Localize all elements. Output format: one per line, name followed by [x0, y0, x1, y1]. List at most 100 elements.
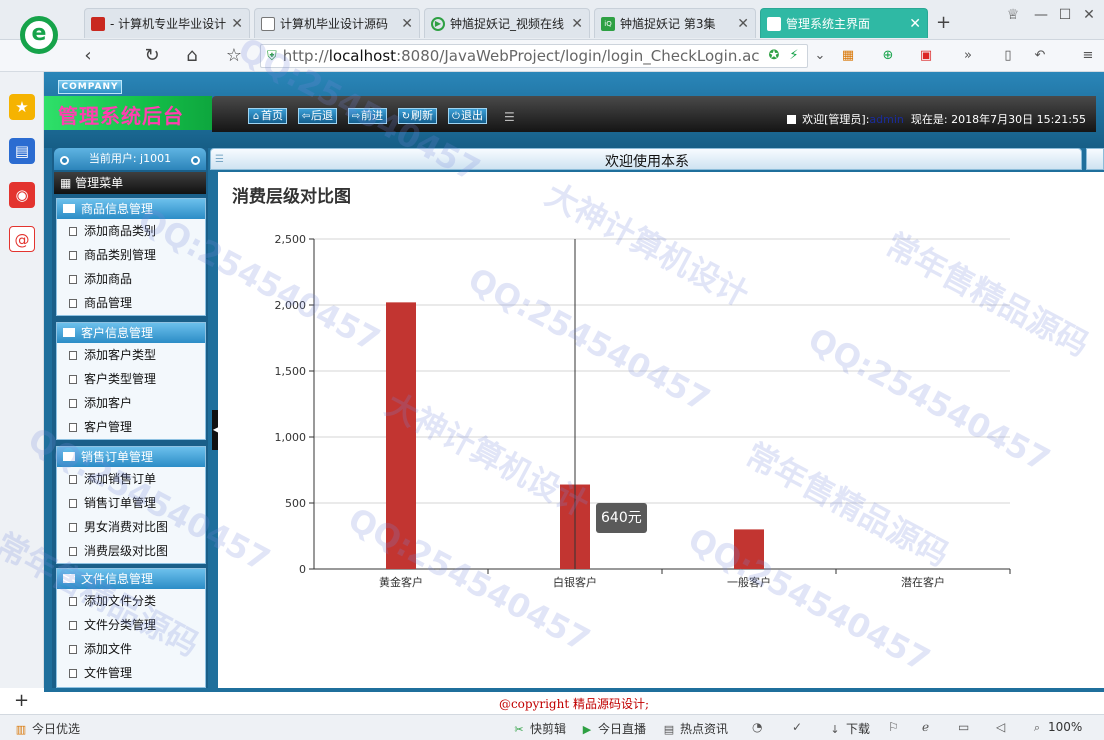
refresh-button[interactable]: ↻刷新	[398, 108, 437, 124]
url-text[interactable]: http://localhost:8080/JavaWebProject/log…	[283, 47, 801, 65]
menu-item[interactable]: 添加销售订单	[57, 467, 205, 491]
zoom-level[interactable]: ⌕ 100%	[1030, 720, 1082, 735]
favorites-star-icon[interactable]: ★	[9, 94, 35, 120]
menu-item[interactable]: 商品管理	[57, 291, 205, 315]
maximize-icon[interactable]: ☐	[1056, 6, 1074, 24]
bookmark-star-icon[interactable]: ☆	[224, 46, 244, 66]
doc-icon	[69, 275, 77, 284]
left-menu-panel: 当前用户: j1001 ▦ 管理菜单 商品信息管理 添加商品类别 商品类别管理 …	[52, 148, 208, 688]
group-icon	[63, 574, 75, 583]
reload-icon[interactable]: ↻	[142, 46, 162, 66]
chevron-down-icon[interactable]: ⌄	[812, 48, 828, 64]
menu-item[interactable]: 客户类型管理	[57, 367, 205, 391]
forward-arrow-icon: ⇨	[351, 111, 361, 122]
security-icon[interactable]: ✪	[766, 48, 782, 64]
lightning-icon[interactable]: ⚡	[786, 48, 802, 64]
address-bar[interactable]: ⛨ http://localhost:8080/JavaWebProject/l…	[260, 44, 808, 68]
minimize-icon[interactable]: —	[1032, 6, 1050, 24]
mail-icon[interactable]: @	[9, 226, 35, 252]
browser-tab-4[interactable]: iQ 钟馗捉妖记 第3集 ✕	[594, 8, 756, 38]
close-icon[interactable]: ✕	[571, 17, 583, 31]
menu-group-header[interactable]: 文件信息管理	[57, 569, 205, 589]
browser-tab-bar: - 计算机专业毕业设计 ✕ 计算机毕业设计源码 ✕ ▶ 钟馗捉妖记_视频在线 ✕…	[0, 0, 1104, 40]
magnifier-icon: ⌕	[1033, 721, 1041, 734]
sound-icon[interactable]: ◁	[996, 720, 1005, 734]
doc-icon	[69, 399, 77, 408]
current-user-bar: 当前用户: j1001	[54, 148, 206, 170]
list-icon[interactable]: ☰	[504, 110, 515, 124]
menu-item[interactable]: 添加文件分类	[57, 589, 205, 613]
doc-icon	[69, 645, 77, 654]
home-button[interactable]: ⌂ 首页	[248, 108, 287, 124]
calendar-icon[interactable]: ▤	[9, 138, 35, 164]
power-icon: ⏻	[452, 111, 460, 122]
menu-group-header[interactable]: 商品信息管理	[57, 199, 205, 219]
browser-tab-active[interactable]: 管理系统主界面 ✕	[760, 8, 928, 38]
close-window-icon[interactable]: ✕	[1080, 6, 1098, 24]
back-icon[interactable]: ‹	[78, 46, 98, 66]
close-icon[interactable]: ✕	[401, 17, 413, 31]
weibo-icon[interactable]: ◉	[9, 182, 35, 208]
pin-icon	[60, 156, 69, 165]
quick-clip[interactable]: ✂ 快剪辑	[512, 720, 566, 737]
shield-icon: ⛨	[267, 48, 277, 64]
hot-news[interactable]: ▤ 热点资讯	[662, 720, 728, 737]
pin-tool-icon[interactable]: ✓	[792, 720, 802, 734]
y-tick-label: 1,000	[275, 431, 307, 444]
menu-icon[interactable]: ≡	[1080, 48, 1096, 64]
download[interactable]: ↓ 下载	[828, 720, 870, 737]
menu-item[interactable]: 文件分类管理	[57, 613, 205, 637]
logout-button[interactable]: ⏻退出	[448, 108, 487, 124]
browser-tab-2[interactable]: 计算机毕业设计源码 ✕	[254, 8, 420, 38]
speed-icon[interactable]: ◔	[752, 720, 762, 734]
add-sidebar-icon[interactable]: +	[14, 690, 29, 711]
close-icon[interactable]: ✕	[737, 17, 749, 31]
menu-item[interactable]: 销售订单管理	[57, 491, 205, 515]
reader-icon[interactable]: ▣	[918, 48, 934, 64]
download-icon: ↓	[830, 723, 840, 736]
translate-icon[interactable]: ⊕	[880, 48, 896, 64]
content-header: ☰ 欢迎使用本系	[210, 148, 1082, 170]
doc-icon	[69, 523, 77, 532]
menu-item[interactable]: 商品类别管理	[57, 243, 205, 267]
home-icon[interactable]: ⌂	[182, 46, 202, 66]
menu-item[interactable]: 文件管理	[57, 661, 205, 685]
tab-title: 钟馗捉妖记_视频在线	[450, 17, 565, 31]
tab-title: 钟馗捉妖记 第3集	[620, 17, 716, 31]
menu-item[interactable]: 添加商品类别	[57, 219, 205, 243]
chart-title: 消费层级对比图	[232, 187, 351, 207]
menu-item[interactable]: 添加商品	[57, 267, 205, 291]
group-icon	[63, 204, 75, 213]
today-live[interactable]: ▶ 今日直播	[580, 720, 646, 737]
back-button[interactable]: ⇦后退	[298, 108, 337, 124]
ie-icon[interactable]: ℯ	[922, 720, 929, 734]
close-icon[interactable]: ✕	[909, 17, 921, 31]
menu-group-products: 商品信息管理 添加商品类别 商品类别管理 添加商品 商品管理	[56, 198, 206, 316]
menu-item[interactable]: 消费层级对比图	[57, 539, 205, 563]
menu-group-header[interactable]: 客户信息管理	[57, 323, 205, 343]
menu-item[interactable]: 添加文件	[57, 637, 205, 661]
window-icon[interactable]: ▭	[958, 720, 969, 734]
browser-tab-1[interactable]: - 计算机专业毕业设计 ✕	[84, 8, 250, 38]
grid-icon: ▦	[60, 176, 72, 190]
today-picks[interactable]: ▥ 今日优选	[14, 720, 80, 737]
x-tick-label: 一般客户	[727, 575, 771, 589]
undo-icon[interactable]: ↶	[1032, 48, 1048, 64]
menu-group-header[interactable]: 销售订单管理	[57, 447, 205, 467]
menu-item[interactable]: 男女消费对比图	[57, 515, 205, 539]
menu-item[interactable]: 添加客户	[57, 391, 205, 415]
bar	[734, 529, 764, 569]
browser-logo-icon[interactable]: e	[20, 16, 58, 54]
more-extensions-icon[interactable]: »	[960, 48, 976, 64]
flag-icon[interactable]: ⚐	[888, 720, 899, 734]
menu-item[interactable]: 添加客户类型	[57, 343, 205, 367]
menu-item[interactable]: 客户管理	[57, 415, 205, 439]
shirt-icon[interactable]: ♕	[1004, 6, 1022, 24]
phone-icon[interactable]: ▯	[1000, 48, 1016, 64]
browser-tab-3[interactable]: ▶ 钟馗捉妖记_视频在线 ✕	[424, 8, 590, 38]
new-tab-button[interactable]: +	[936, 12, 951, 33]
app-header: COMPANY 管理系统后台 ⌂ 首页 ⇦后退 ⇨前进 ↻刷新 ⏻退出 ☰ 欢迎[…	[44, 72, 1104, 148]
forward-button[interactable]: ⇨前进	[348, 108, 387, 124]
close-icon[interactable]: ✕	[231, 17, 243, 31]
apps-icon[interactable]: ▦	[840, 48, 856, 64]
